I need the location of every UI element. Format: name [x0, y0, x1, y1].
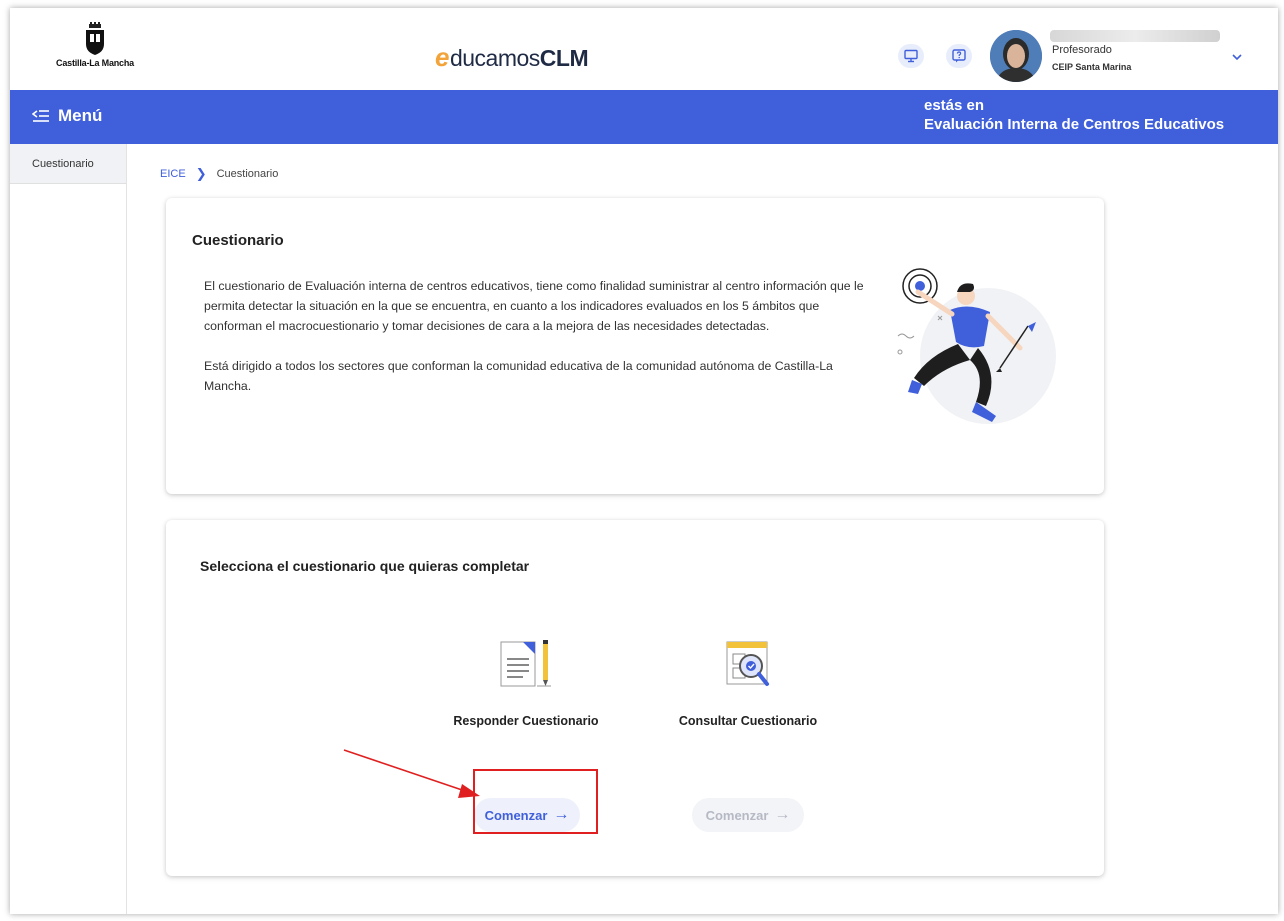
- target-illustration: [897, 268, 1056, 424]
- app-window: Castilla-La Mancha educamosCLM Profesora…: [10, 8, 1278, 914]
- help-icon: [952, 49, 966, 63]
- sidebar-item-cuestionario[interactable]: Cuestionario: [10, 144, 126, 184]
- user-name-blurred: [1050, 30, 1220, 42]
- chevron-right-icon: ❯: [195, 166, 207, 181]
- selector-title: Selecciona el cuestionario que quieras c…: [200, 558, 530, 574]
- breadcrumb-root[interactable]: EICE: [160, 168, 186, 180]
- intro-card: Cuestionario El cuestionario de Evaluaci…: [166, 198, 1104, 494]
- brand-e: e: [435, 42, 449, 72]
- brand-clm: CLM: [539, 45, 589, 71]
- user-center: CEIP Santa Marina: [1052, 62, 1132, 72]
- arrow-right-icon: →: [774, 806, 791, 823]
- location-name: Evaluación Interna de Centros Educativos: [924, 116, 1225, 133]
- brand-mid: ducamos: [449, 45, 540, 71]
- region-logo[interactable]: Castilla-La Mancha: [50, 22, 140, 68]
- monitor-icon: [904, 49, 918, 63]
- top-header: Castilla-La Mancha educamosCLM Profesora…: [10, 8, 1278, 90]
- monitor-button[interactable]: [898, 44, 924, 68]
- user-avatar[interactable]: [990, 30, 1042, 82]
- brand-logo[interactable]: educamosCLM: [435, 42, 589, 73]
- chevron-down-icon[interactable]: [1230, 50, 1244, 64]
- intro-paragraph: Está dirigido a todos los sectores que c…: [204, 359, 833, 393]
- intro-description: El cuestionario de Evaluación interna de…: [204, 276, 874, 416]
- breadcrumb-current: Cuestionario: [216, 168, 279, 180]
- main-navbar: Menú estás en Evaluación Interna de Cent…: [10, 90, 1278, 144]
- option-responder: Responder Cuestionario: [431, 638, 621, 728]
- start-consultar-button[interactable]: Comenzar →: [692, 798, 804, 832]
- help-button[interactable]: [946, 44, 972, 68]
- user-role: Profesorado: [1052, 44, 1112, 56]
- start-consultar-label: Comenzar: [705, 807, 769, 823]
- option-consultar-label: Consultar Cuestionario: [678, 714, 818, 728]
- annotation-highlight-box: [473, 769, 598, 834]
- sidebar: Cuestionario: [10, 144, 127, 914]
- region-name: Castilla-La Mancha: [56, 58, 134, 68]
- intro-title: Cuestionario: [192, 232, 284, 249]
- location-prefix: estás en: [924, 97, 985, 114]
- menu-label: Menú: [58, 106, 103, 125]
- intro-paragraph: El cuestionario de Evaluación interna de…: [204, 279, 864, 333]
- current-location: estás en Evaluación Interna de Centros E…: [924, 96, 1224, 134]
- avatar-photo: [990, 30, 1042, 82]
- selector-card: Selecciona el cuestionario que quieras c…: [166, 520, 1104, 876]
- breadcrumb: EICE ❯ Cuestionario: [160, 166, 278, 182]
- menu-button[interactable]: Menú: [32, 106, 102, 126]
- option-responder-label: Responder Cuestionario: [453, 714, 599, 728]
- crest-icon: [86, 22, 104, 55]
- menu-collapse-icon: [32, 110, 49, 122]
- document-pencil-icon: [500, 640, 551, 687]
- search-document-icon: [726, 641, 769, 686]
- option-consultar: Consultar Cuestionario: [653, 638, 843, 728]
